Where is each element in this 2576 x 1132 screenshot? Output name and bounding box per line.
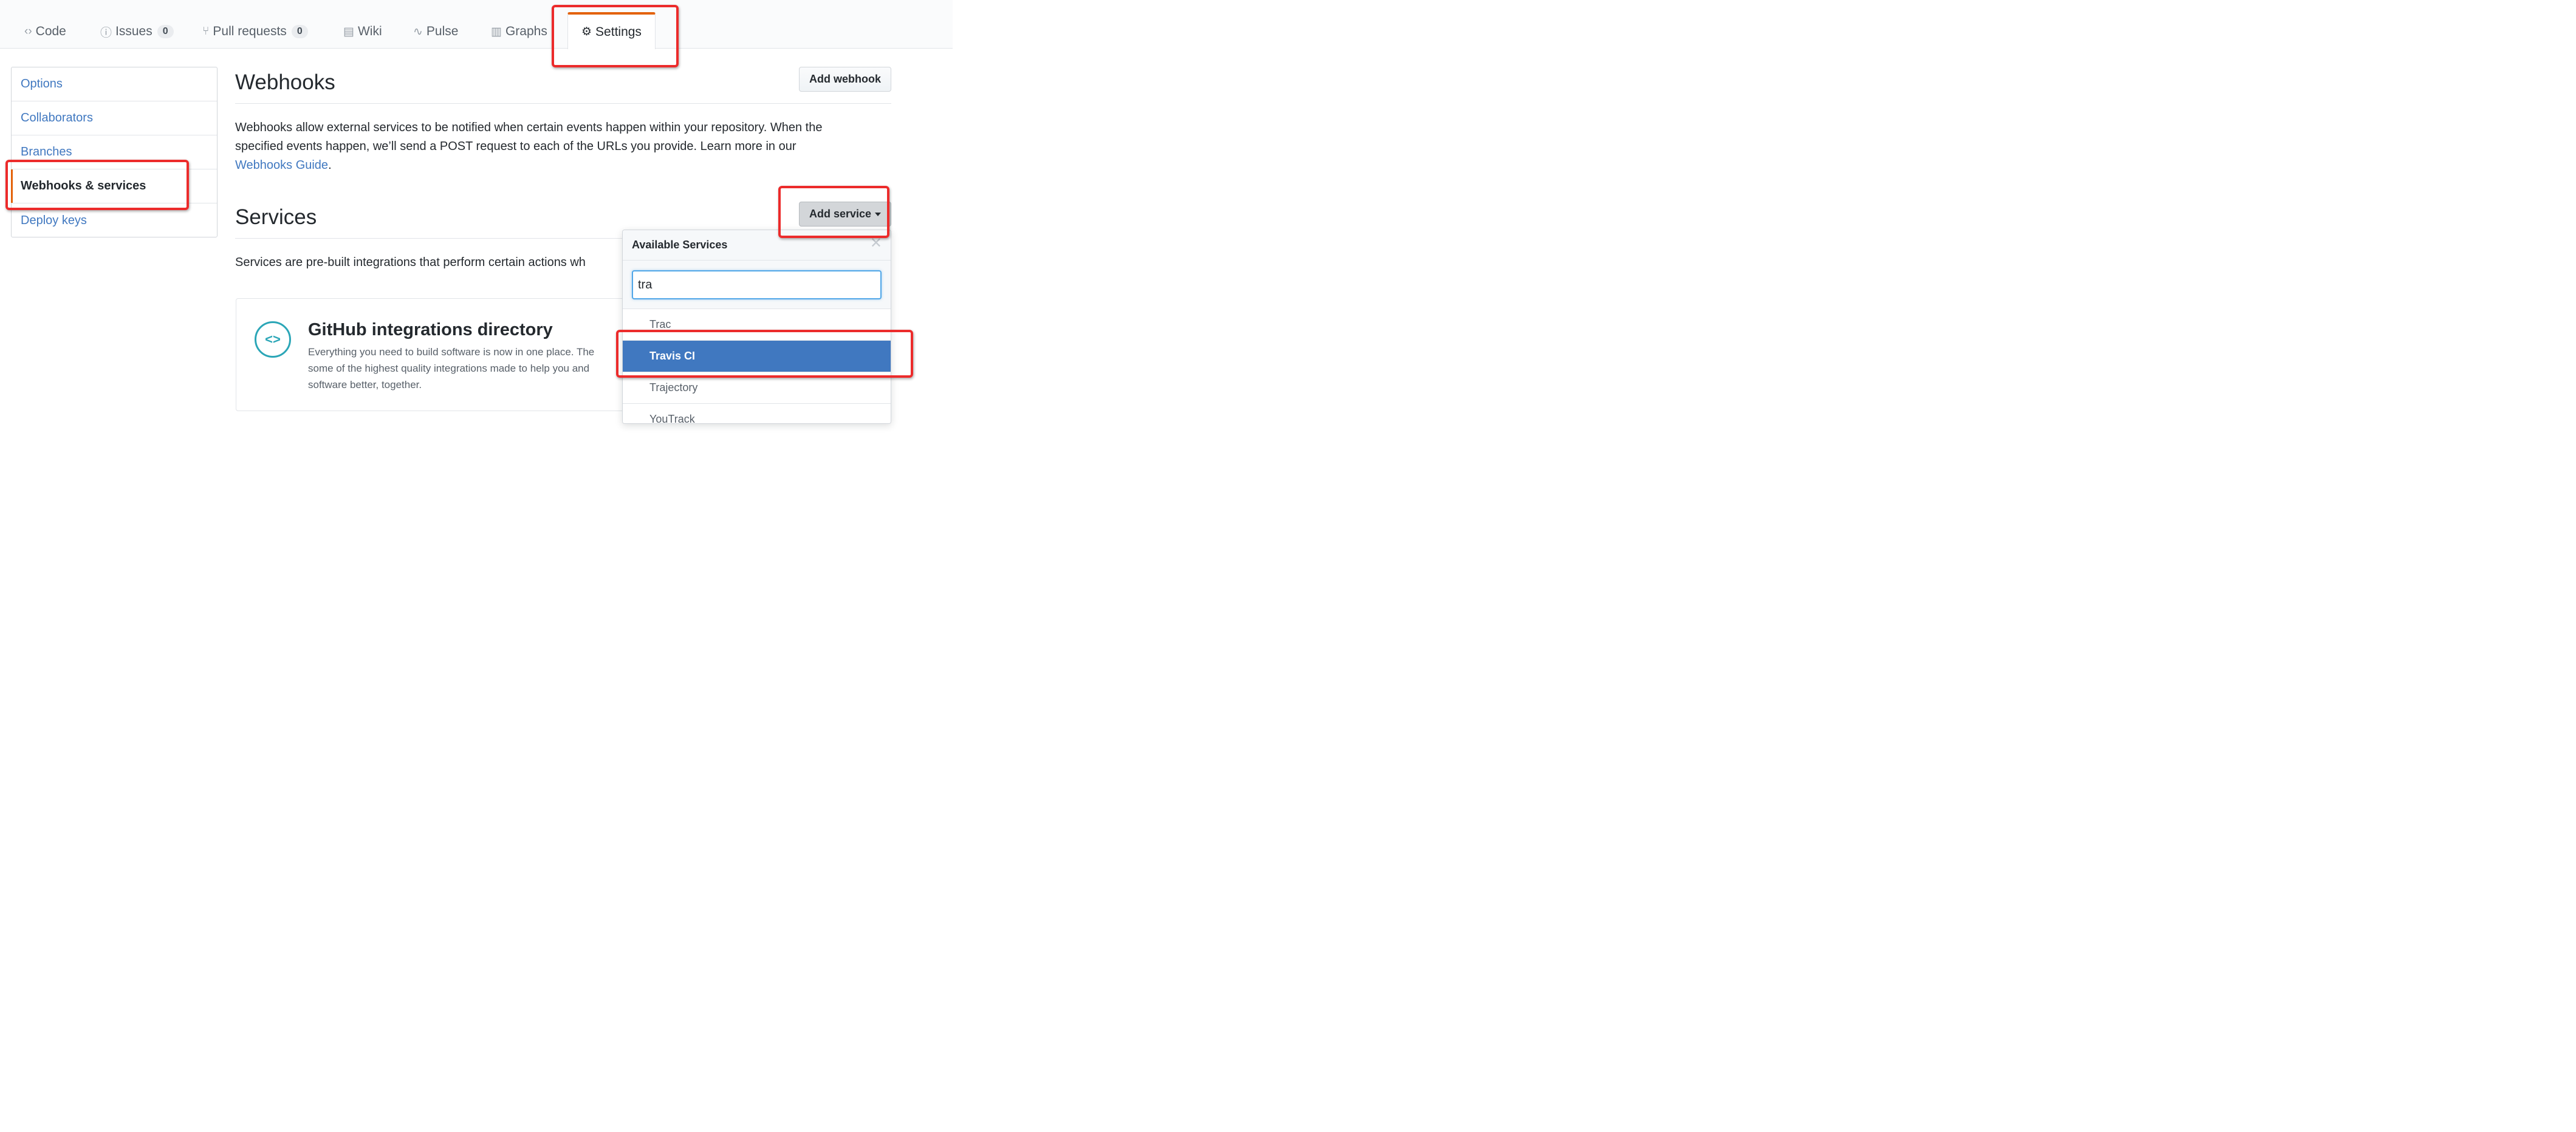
card-description-line: software better, together. [308, 379, 422, 390]
service-option-travis-ci[interactable]: Travis CI [623, 341, 891, 372]
code-icon: ‹› [24, 25, 32, 38]
gear-icon: ⚙ [581, 26, 592, 38]
service-option-trajectory[interactable]: Trajectory [623, 372, 891, 404]
sidebar-item-branches[interactable]: Branches [12, 135, 217, 169]
tab-code[interactable]: ‹› Code [24, 22, 66, 41]
pull-request-icon: ⑂ [202, 25, 210, 38]
service-filter-input[interactable] [632, 270, 882, 299]
service-option-label: Trajectory [649, 381, 698, 394]
tab-label: Graphs [505, 24, 547, 38]
service-option-trac[interactable]: Trac [623, 309, 891, 341]
pull-requests-count-badge: 0 [291, 25, 308, 38]
sidebar-item-label: Branches [21, 145, 72, 159]
dropdown-filter [623, 261, 891, 309]
graph-icon: ▥ [491, 25, 502, 38]
sidebar-item-deploy-keys[interactable]: Deploy keys [12, 203, 217, 237]
webhooks-guide-link[interactable]: Webhooks Guide [235, 159, 328, 172]
tab-pulse[interactable]: ∿ Pulse [413, 22, 458, 41]
code-icon: <> [255, 321, 291, 358]
webhooks-divider [235, 103, 891, 104]
tab-label: Pull requests [213, 24, 287, 38]
dropdown-title: Available Services [632, 239, 728, 251]
sidebar-item-label: Options [21, 77, 63, 90]
webhooks-description-line: Webhooks Guide. [235, 156, 891, 175]
tab-label: Wiki [357, 24, 382, 38]
tab-label: Issues [115, 24, 152, 38]
book-icon: ▤ [343, 25, 354, 38]
repo-nav-tabs: ‹› Code ⓘ Issues 0 ⑂ Pull requests 0 ▤ W… [0, 0, 953, 49]
tab-issues[interactable]: ⓘ Issues 0 [100, 22, 174, 41]
pulse-icon: ∿ [413, 25, 423, 38]
webhooks-description: Webhooks allow external services to be n… [235, 118, 891, 175]
tab-pull-requests[interactable]: ⑂ Pull requests 0 [202, 22, 308, 41]
tab-settings[interactable]: ⚙ Settings [567, 12, 656, 49]
add-service-button[interactable]: Add service [799, 202, 892, 227]
service-option-label: Trac [649, 318, 671, 330]
tab-graphs[interactable]: ▥ Graphs [491, 22, 547, 41]
tab-label: Code [35, 24, 66, 38]
issues-count-badge: 0 [157, 25, 174, 38]
add-webhook-button[interactable]: Add webhook [799, 67, 891, 92]
card-description-line: some of the highest quality integrations… [308, 363, 590, 374]
webhooks-description-line: specified events happen, we’ll send a PO… [235, 140, 796, 153]
tab-wiki[interactable]: ▤ Wiki [343, 22, 382, 41]
tab-label: Settings [595, 24, 642, 39]
webhooks-guide-suffix: . [328, 159, 332, 172]
webhooks-heading: Webhooks [235, 70, 335, 94]
services-description: Services are pre-built integrations that… [235, 256, 586, 269]
service-option-label: YouTrack [649, 413, 695, 424]
sidebar-item-collaborators[interactable]: Collaborators [12, 101, 217, 135]
dropdown-header: Available Services ✕ [623, 230, 891, 261]
service-option-youtrack[interactable]: YouTrack [623, 404, 891, 424]
caret-down-icon [875, 212, 882, 216]
sidebar-item-label: Webhooks & services [21, 179, 146, 193]
sidebar-item-options[interactable]: Options [12, 67, 217, 101]
close-icon[interactable]: ✕ [870, 236, 882, 251]
issue-icon: ⓘ [100, 26, 112, 39]
available-services-dropdown: Available Services ✕ Trac Travis CI Traj… [622, 230, 891, 424]
sidebar-item-label: Collaborators [21, 111, 93, 124]
card-description-line: Everything you need to build software is… [308, 346, 595, 358]
tab-label: Pulse [426, 24, 459, 38]
card-title[interactable]: GitHub integrations directory [308, 320, 553, 340]
sidebar-item-webhooks-services[interactable]: Webhooks & services [11, 169, 217, 203]
services-heading: Services [235, 205, 317, 229]
card-description: Everything you need to build software is… [308, 344, 630, 393]
webhooks-description-line: Webhooks allow external services to be n… [235, 121, 823, 134]
sidebar-item-label: Deploy keys [21, 213, 87, 227]
settings-sidebar-menu: Options Collaborators Branches Webhooks … [11, 67, 218, 237]
add-service-label: Add service [809, 208, 872, 220]
service-option-label: Travis CI [649, 350, 696, 362]
